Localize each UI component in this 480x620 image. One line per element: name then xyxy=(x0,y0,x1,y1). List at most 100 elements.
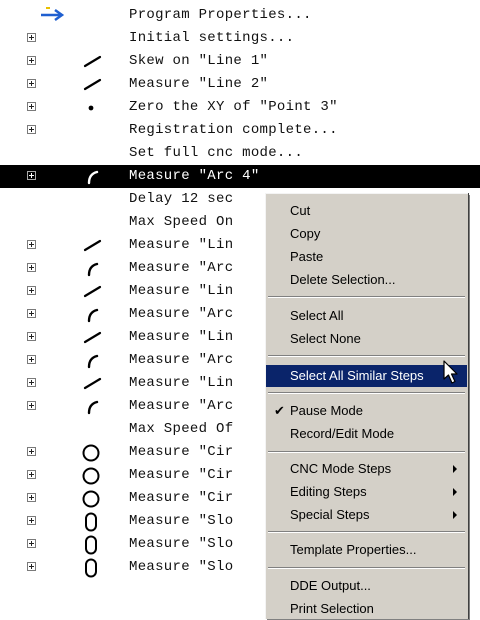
menu-separator xyxy=(268,296,465,298)
menu-item-template-properties[interactable]: Template Properties... xyxy=(266,539,467,561)
step-label: Measure "Slo xyxy=(129,559,234,575)
step-label: Measure "Arc xyxy=(129,352,234,368)
submenu-arrow-icon xyxy=(453,488,457,496)
menu-item-print-selection[interactable]: Print Selection xyxy=(266,598,467,620)
line-icon xyxy=(76,327,106,349)
arc-icon xyxy=(76,304,106,326)
expand-plus-icon[interactable] xyxy=(27,516,36,525)
step-label: Measure "Arc xyxy=(129,398,234,414)
step-label: Measure "Cir xyxy=(129,467,234,483)
menu-item-label: Cut xyxy=(290,203,311,218)
expand-plus-icon[interactable] xyxy=(27,470,36,479)
step-row[interactable]: Registration complete... xyxy=(0,119,480,142)
menu-separator xyxy=(268,355,465,357)
step-label: Max Speed Of xyxy=(129,421,234,437)
circle-icon xyxy=(76,488,106,510)
slot-icon xyxy=(76,557,106,579)
menu-item-select-none[interactable]: Select None xyxy=(266,328,467,350)
menu-item-editing-steps[interactable]: Editing Steps xyxy=(266,481,467,503)
mouse-pointer-icon xyxy=(443,360,458,384)
step-label: Zero the XY of "Point 3" xyxy=(129,99,338,115)
menu-item-cnc-mode-steps[interactable]: CNC Mode Steps xyxy=(266,458,467,480)
expand-plus-icon[interactable] xyxy=(27,332,36,341)
line-icon xyxy=(76,235,106,257)
menu-item-label: Template Properties... xyxy=(290,542,417,557)
step-row[interactable]: Measure "Line 2" xyxy=(0,73,480,96)
expand-plus-icon[interactable] xyxy=(27,263,36,272)
step-label: Max Speed On xyxy=(129,214,234,230)
arc-icon xyxy=(76,166,106,188)
step-label: Measure "Lin xyxy=(129,237,234,253)
expand-plus-icon[interactable] xyxy=(27,33,36,42)
menu-item-label: Delete Selection... xyxy=(290,272,396,287)
menu-item-special-steps[interactable]: Special Steps xyxy=(266,504,467,526)
menu-item-label: Select All Similar Steps xyxy=(290,368,424,383)
step-row[interactable]: Initial settings... xyxy=(0,27,480,50)
menu-item-record-edit-mode[interactable]: Record/Edit Mode xyxy=(266,423,467,445)
step-row[interactable]: Zero the XY of "Point 3" xyxy=(0,96,480,119)
step-label: Measure "Lin xyxy=(129,375,234,391)
context-menu: Cut Copy Paste Delete Selection... Selec… xyxy=(265,193,468,619)
menu-item-delete-selection[interactable]: Delete Selection... xyxy=(266,269,467,291)
step-label: Measure "Slo xyxy=(129,513,234,529)
expand-plus-icon[interactable] xyxy=(27,378,36,387)
slot-icon xyxy=(76,534,106,556)
expand-plus-icon[interactable] xyxy=(27,539,36,548)
expand-plus-icon[interactable] xyxy=(27,102,36,111)
menu-item-label: Copy xyxy=(290,226,321,241)
line-icon xyxy=(76,281,106,303)
expand-plus-icon[interactable] xyxy=(27,401,36,410)
expand-plus-icon[interactable] xyxy=(27,493,36,502)
line-icon xyxy=(76,373,106,395)
menu-item-paste[interactable]: Paste xyxy=(266,246,467,268)
expand-plus-icon[interactable] xyxy=(27,125,36,134)
step-label: Measure "Arc xyxy=(129,260,234,276)
menu-item-label: Pause Mode xyxy=(290,403,363,418)
step-label: Skew on "Line 1" xyxy=(129,53,269,69)
expand-plus-icon[interactable] xyxy=(27,56,36,65)
menu-item-label: Editing Steps xyxy=(290,484,367,499)
menu-item-label: Special Steps xyxy=(290,507,370,522)
expand-plus-icon[interactable] xyxy=(27,79,36,88)
menu-item-label: DDE Output... xyxy=(290,578,371,593)
arc-icon xyxy=(76,258,106,280)
expand-plus-icon[interactable] xyxy=(27,286,36,295)
step-label: Set full cnc mode... xyxy=(129,145,304,161)
arc-icon xyxy=(76,350,106,372)
menu-item-select-all[interactable]: Select All xyxy=(266,305,467,327)
menu-separator xyxy=(268,567,465,569)
step-label: Measure "Slo xyxy=(129,536,234,552)
slot-icon xyxy=(76,511,106,533)
line-icon xyxy=(76,74,106,96)
expand-plus-icon[interactable] xyxy=(27,447,36,456)
step-row[interactable]: Skew on "Line 1" xyxy=(0,50,480,73)
checkmark-icon: ✔ xyxy=(274,403,285,418)
menu-separator xyxy=(268,451,465,453)
expand-plus-icon[interactable] xyxy=(27,171,36,180)
line-icon xyxy=(76,51,106,73)
step-row[interactable]: Measure "Arc 4" xyxy=(0,165,480,188)
step-label: Delay 12 sec xyxy=(129,191,234,207)
blue-arrow-icon xyxy=(38,5,68,27)
menu-item-cut[interactable]: Cut xyxy=(266,200,467,222)
circle-icon xyxy=(76,442,106,464)
expand-plus-icon[interactable] xyxy=(27,355,36,364)
menu-item-pause-mode[interactable]: ✔ Pause Mode xyxy=(266,400,467,422)
expand-plus-icon[interactable] xyxy=(27,309,36,318)
arc-icon xyxy=(76,396,106,418)
step-label: Measure "Lin xyxy=(129,329,234,345)
circle-icon xyxy=(76,465,106,487)
step-label: Measure "Line 2" xyxy=(129,76,269,92)
step-label: Measure "Arc 4" xyxy=(129,168,260,184)
menu-separator xyxy=(268,392,465,394)
step-label: Measure "Cir xyxy=(129,444,234,460)
expand-plus-icon[interactable] xyxy=(27,240,36,249)
step-row[interactable]: Program Properties... xyxy=(0,4,480,27)
menu-item-label: Record/Edit Mode xyxy=(290,426,395,441)
menu-item-dde-output[interactable]: DDE Output... xyxy=(266,575,467,597)
menu-item-copy[interactable]: Copy xyxy=(266,223,467,245)
expand-plus-icon[interactable] xyxy=(27,562,36,571)
menu-item-select-all-similar-steps[interactable]: Select All Similar Steps xyxy=(266,365,467,387)
step-row[interactable]: Set full cnc mode... xyxy=(0,142,480,165)
step-label: Measure "Cir xyxy=(129,490,234,506)
